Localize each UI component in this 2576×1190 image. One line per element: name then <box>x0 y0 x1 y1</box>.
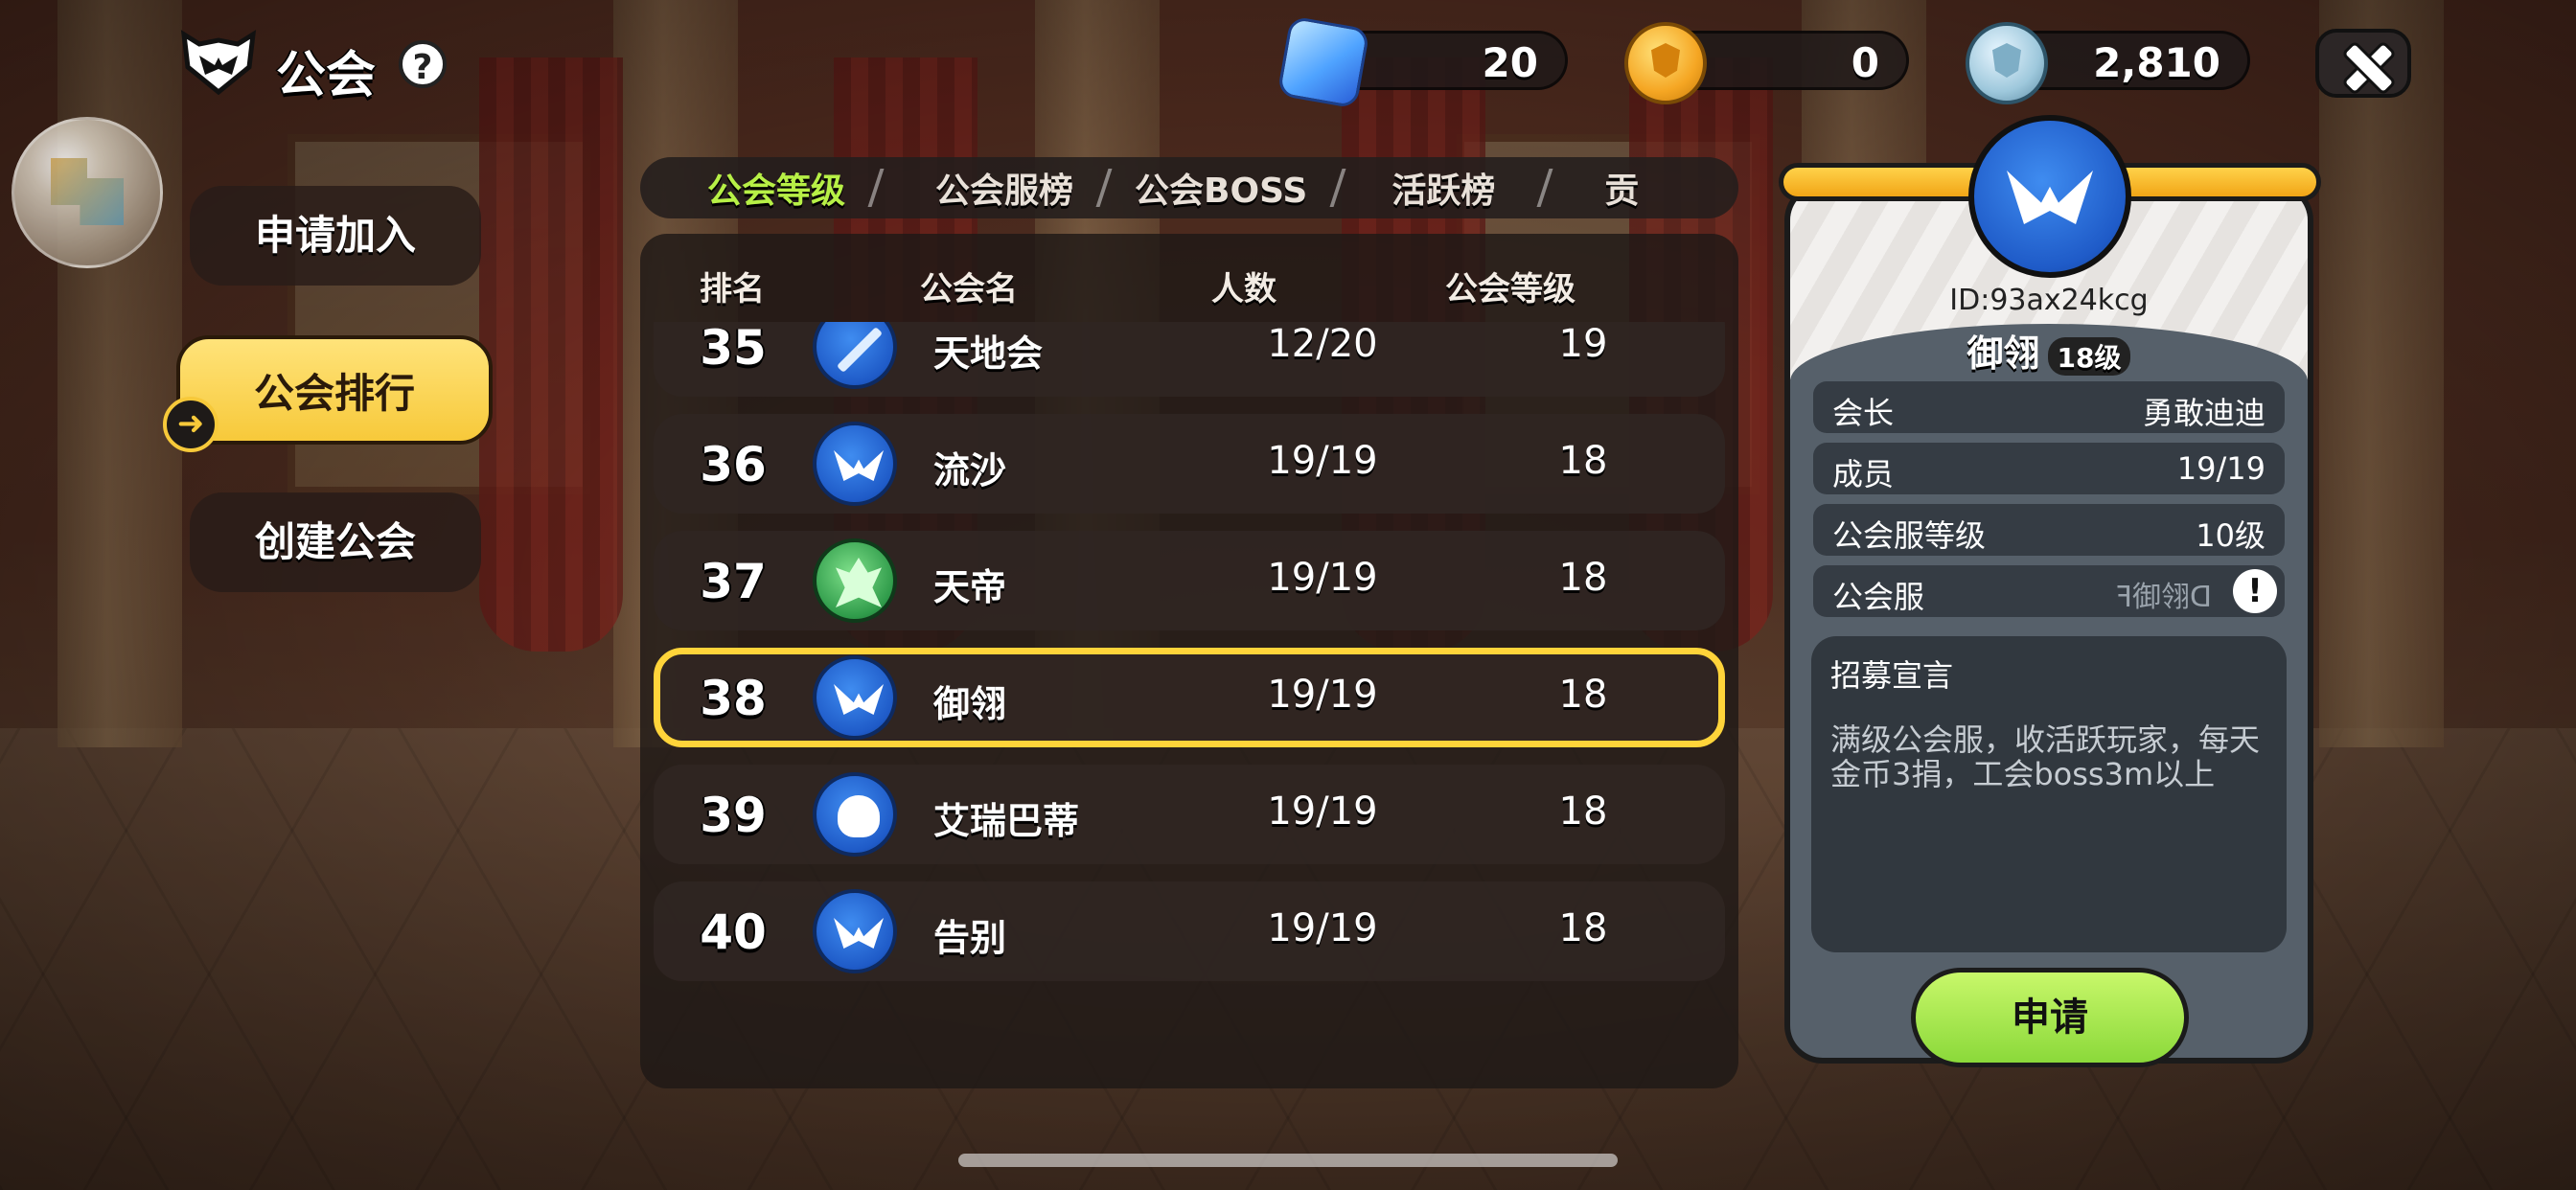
exclamation-icon[interactable]: ! <box>2233 569 2277 613</box>
silver-value: 2,810 <box>2093 39 2220 86</box>
info-row-members: 成员 19/19 <box>1813 443 2285 494</box>
apply-join-button[interactable]: 申请加入 <box>190 186 481 286</box>
guild-name-title: 御翎 18级 <box>1784 324 2313 377</box>
create-guild-button[interactable]: 创建公会 <box>190 492 481 592</box>
row-rank: 37 <box>700 554 767 609</box>
currency-gem[interactable]: 20 <box>1276 15 1568 109</box>
row-members: 19/19 <box>1267 439 1378 483</box>
sword-emblem-icon <box>813 322 897 389</box>
close-button[interactable] <box>2315 29 2411 98</box>
info-label: 成员 <box>1832 456 1895 492</box>
gem-icon <box>1276 15 1370 109</box>
ranking-rows[interactable]: 35 天地会 12/20 19 36 流沙 19/19 18 37 天帝 19/… <box>654 322 1725 987</box>
guild-logo-icon <box>180 30 257 96</box>
guild-emblem-icon <box>1968 115 2131 278</box>
row-members: 19/19 <box>1267 673 1378 717</box>
info-value: ꟻ御翎ᗡ <box>2115 581 2212 614</box>
row-guild-name: 告别 <box>933 917 1007 959</box>
guild-name: 御翎 <box>1966 332 2040 375</box>
row-level: 19 <box>1558 322 1608 366</box>
ranking-tabs: 公会等级 公会服榜 公会BOSS 活跃榜 贡 <box>640 157 1738 218</box>
info-value: 勇敢迪迪 <box>2142 395 2266 431</box>
row-guild-name: 艾瑞巴蒂 <box>933 800 1080 842</box>
row-members: 19/19 <box>1267 790 1378 834</box>
tab-contribution[interactable]: 贡 <box>1547 163 1639 213</box>
info-value: 10级 <box>2196 517 2266 554</box>
col-header-level: 公会等级 <box>1445 270 1576 309</box>
row-level: 18 <box>1558 790 1608 834</box>
info-row-server-level: 公会服等级 10级 <box>1813 504 2285 556</box>
level-badge: 18级 <box>2047 336 2131 376</box>
row-level: 18 <box>1558 439 1608 483</box>
row-rank: 35 <box>700 322 767 376</box>
row-members: 12/20 <box>1267 322 1378 366</box>
tab-server-ranking[interactable]: 公会服榜 <box>878 163 1102 213</box>
table-row[interactable]: 39 艾瑞巴蒂 19/19 18 <box>654 765 1725 864</box>
home-indicator[interactable] <box>958 1154 1618 1167</box>
help-icon[interactable]: ? <box>399 40 447 88</box>
ranking-list-panel: 排名 公会名 人数 公会等级 35 天地会 12/20 19 36 流沙 19/… <box>640 234 1738 1088</box>
row-members: 19/19 <box>1267 556 1378 600</box>
orb-emblem-icon <box>51 158 124 225</box>
arrow-right-icon: ➜ <box>163 397 218 452</box>
info-value: 19/19 <box>2176 450 2266 487</box>
table-row[interactable]: 36 流沙 19/19 18 <box>654 414 1725 514</box>
skull-emblem-icon <box>813 772 897 857</box>
row-members: 19/19 <box>1267 906 1378 950</box>
gold-badge-icon <box>1624 22 1707 104</box>
table-row[interactable]: 40 告别 19/19 18 <box>654 881 1725 981</box>
row-rank: 39 <box>700 788 767 843</box>
declaration-text: 满级公会服，收活跃玩家，每天金币3捐，工会boss3m以上 <box>1830 721 2261 792</box>
tab-guild-level[interactable]: 公会等级 <box>640 163 874 213</box>
page-title: 公会 <box>276 47 377 104</box>
apply-button[interactable]: 申请 <box>1911 968 2189 1067</box>
side-orb-button[interactable] <box>12 117 163 268</box>
table-row-selected[interactable]: 38 御翎 19/19 18 <box>654 648 1725 747</box>
tab-guild-boss[interactable]: 公会BOSS <box>1106 163 1336 213</box>
info-label: 公会服 <box>1832 579 1925 615</box>
row-level: 18 <box>1558 556 1608 600</box>
table-row[interactable]: 35 天地会 12/20 19 <box>654 322 1725 397</box>
info-label: 公会服等级 <box>1832 517 1987 554</box>
row-guild-name: 天帝 <box>933 566 1007 608</box>
info-row-server: 公会服 ꟻ御翎ᗡ ! <box>1813 565 2285 617</box>
row-guild-name: 天地会 <box>933 332 1044 375</box>
info-label: 会长 <box>1832 395 1895 431</box>
row-rank: 38 <box>700 671 767 726</box>
silver-badge-icon <box>1966 22 2048 104</box>
currency-silver[interactable]: 2,810 <box>1966 22 2250 104</box>
row-guild-name: 御翎 <box>933 683 1007 725</box>
row-rank: 36 <box>700 437 767 492</box>
currency-gold[interactable]: 0 <box>1624 22 1909 104</box>
row-level: 18 <box>1558 906 1608 950</box>
recruit-declaration: 招募宣言 满级公会服，收活跃玩家，每天金币3捐，工会boss3m以上 <box>1811 636 2287 952</box>
col-header-rank: 排名 <box>700 270 765 309</box>
wings-emblem-icon <box>813 655 897 740</box>
leaf-emblem-icon <box>813 538 897 623</box>
col-header-name: 公会名 <box>920 270 1018 309</box>
col-header-members: 人数 <box>1211 270 1276 309</box>
row-rank: 40 <box>700 904 767 960</box>
row-level: 18 <box>1558 673 1608 717</box>
table-row[interactable]: 37 天帝 19/19 18 <box>654 531 1725 630</box>
info-row-leader: 会长 勇敢迪迪 <box>1813 381 2285 433</box>
declaration-title: 招募宣言 <box>1830 657 1954 694</box>
tab-active-ranking[interactable]: 活跃榜 <box>1340 163 1543 213</box>
row-guild-name: 流沙 <box>933 449 1007 492</box>
gold-value: 0 <box>1851 39 1879 86</box>
guild-ranking-button[interactable]: 公会排行 <box>176 335 493 445</box>
guild-id: ID:93ax24kcg <box>1949 284 2149 317</box>
wings-emblem-icon <box>813 889 897 973</box>
wings-emblem-icon <box>813 422 897 506</box>
guild-detail-card: ID:93ax24kcg 御翎 18级 会长 勇敢迪迪 成员 19/19 公会服等… <box>1779 115 2321 1100</box>
gem-value: 20 <box>1482 39 1538 86</box>
